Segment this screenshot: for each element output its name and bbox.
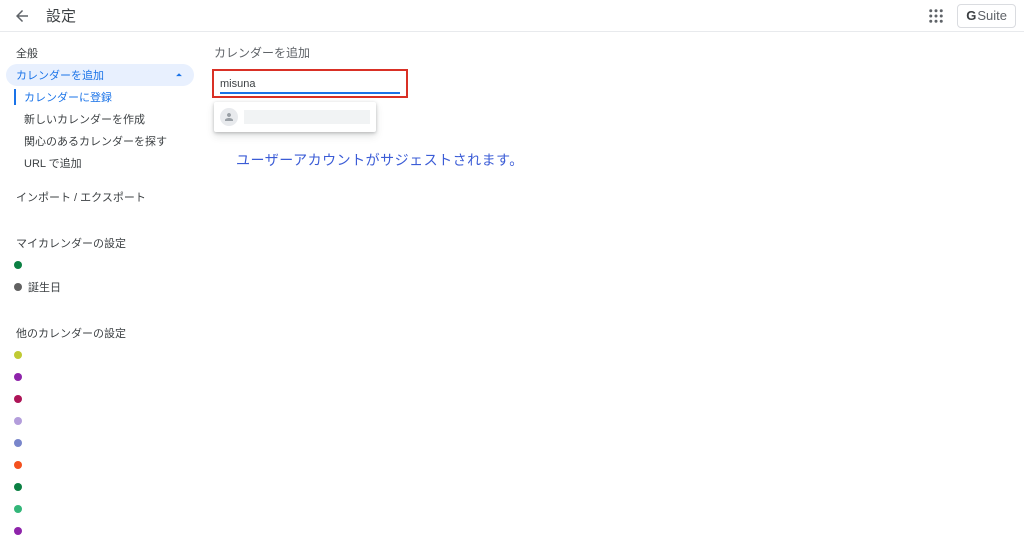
sidebar-item-label: 新しいカレンダーを作成 bbox=[24, 111, 145, 127]
apps-grid-icon[interactable] bbox=[925, 5, 947, 27]
gsuite-suffix: Suite bbox=[977, 8, 1007, 23]
calendar-color-dot bbox=[14, 373, 22, 381]
gsuite-prefix: G bbox=[966, 8, 976, 23]
calendar-color-dot bbox=[14, 261, 22, 269]
sidebar-item-label: URL で追加 bbox=[24, 155, 82, 171]
sidebar-heading-label: マイカレンダーの設定 bbox=[16, 235, 126, 251]
section-heading: カレンダーを追加 bbox=[214, 44, 524, 61]
sidebar-item-label: 誕生日 bbox=[28, 279, 61, 295]
back-arrow-icon[interactable] bbox=[12, 6, 32, 26]
app-header: 設定 G Suite bbox=[0, 0, 1024, 32]
sidebar-item-subscribe[interactable]: カレンダーに登録 bbox=[6, 86, 194, 108]
calendar-color-dot bbox=[14, 527, 22, 535]
sidebar-calendar-item[interactable] bbox=[6, 476, 194, 498]
sidebar-calendar-item[interactable] bbox=[6, 498, 194, 520]
user-suggestion-card[interactable] bbox=[214, 102, 376, 132]
sidebar-calendar-item[interactable] bbox=[6, 454, 194, 476]
calendar-color-dot bbox=[14, 439, 22, 447]
sidebar-calendar-item[interactable] bbox=[6, 388, 194, 410]
sidebar-calendar-item[interactable] bbox=[6, 432, 194, 454]
sidebar-item-browse-interest[interactable]: 関心のあるカレンダーを探す bbox=[6, 130, 194, 152]
sidebar-item-label: カレンダーを追加 bbox=[16, 67, 104, 83]
annotation-text: ユーザーアカウントがサジェストされます。 bbox=[236, 150, 524, 170]
sidebar-heading-my-calendars: マイカレンダーの設定 bbox=[6, 232, 194, 254]
sidebar-item-by-url[interactable]: URL で追加 bbox=[6, 152, 194, 174]
sidebar-calendar-item[interactable]: 誕生日 bbox=[6, 276, 194, 298]
sidebar-calendar-item[interactable] bbox=[6, 520, 194, 542]
calendar-color-dot bbox=[14, 395, 22, 403]
sidebar-item-label: カレンダーに登録 bbox=[24, 89, 112, 105]
sidebar-item-import-export[interactable]: インポート / エクスポート bbox=[6, 186, 194, 208]
add-calendar-input[interactable] bbox=[220, 78, 400, 94]
sidebar-item-add-calendar[interactable]: カレンダーを追加 bbox=[6, 64, 194, 86]
suggestion-placeholder bbox=[244, 110, 370, 124]
add-calendar-input-highlight bbox=[212, 69, 408, 98]
content-area: カレンダーを追加 ユーザーアカウントがサジェストされます。 bbox=[200, 32, 524, 554]
sidebar-calendar-item[interactable] bbox=[6, 366, 194, 388]
sidebar-item-label: 全般 bbox=[16, 45, 38, 61]
calendar-color-dot bbox=[14, 417, 22, 425]
calendar-color-dot bbox=[14, 483, 22, 491]
settings-sidebar: 全般 カレンダーを追加 カレンダーに登録 新しいカレンダーを作成 関心のあるカレ… bbox=[0, 32, 200, 554]
person-icon bbox=[220, 108, 238, 126]
sidebar-calendar-item[interactable] bbox=[6, 344, 194, 366]
sidebar-heading-other-calendars: 他のカレンダーの設定 bbox=[6, 322, 194, 344]
sidebar-item-create-new[interactable]: 新しいカレンダーを作成 bbox=[6, 108, 194, 130]
gsuite-button[interactable]: G Suite bbox=[957, 4, 1016, 28]
sidebar-calendar-item[interactable] bbox=[6, 410, 194, 432]
sidebar-item-label: 関心のあるカレンダーを探す bbox=[24, 133, 167, 149]
page-title: 設定 bbox=[46, 5, 76, 26]
calendar-color-dot bbox=[14, 351, 22, 359]
chevron-up-icon bbox=[172, 68, 186, 85]
sidebar-calendar-item[interactable] bbox=[6, 254, 194, 276]
calendar-color-dot bbox=[14, 283, 22, 291]
sidebar-heading-label: 他のカレンダーの設定 bbox=[16, 325, 126, 341]
sidebar-item-general[interactable]: 全般 bbox=[6, 42, 194, 64]
main-area: 全般 カレンダーを追加 カレンダーに登録 新しいカレンダーを作成 関心のあるカレ… bbox=[0, 32, 1024, 554]
calendar-color-dot bbox=[14, 461, 22, 469]
calendar-color-dot bbox=[14, 505, 22, 513]
sidebar-item-label: インポート / エクスポート bbox=[16, 189, 146, 205]
